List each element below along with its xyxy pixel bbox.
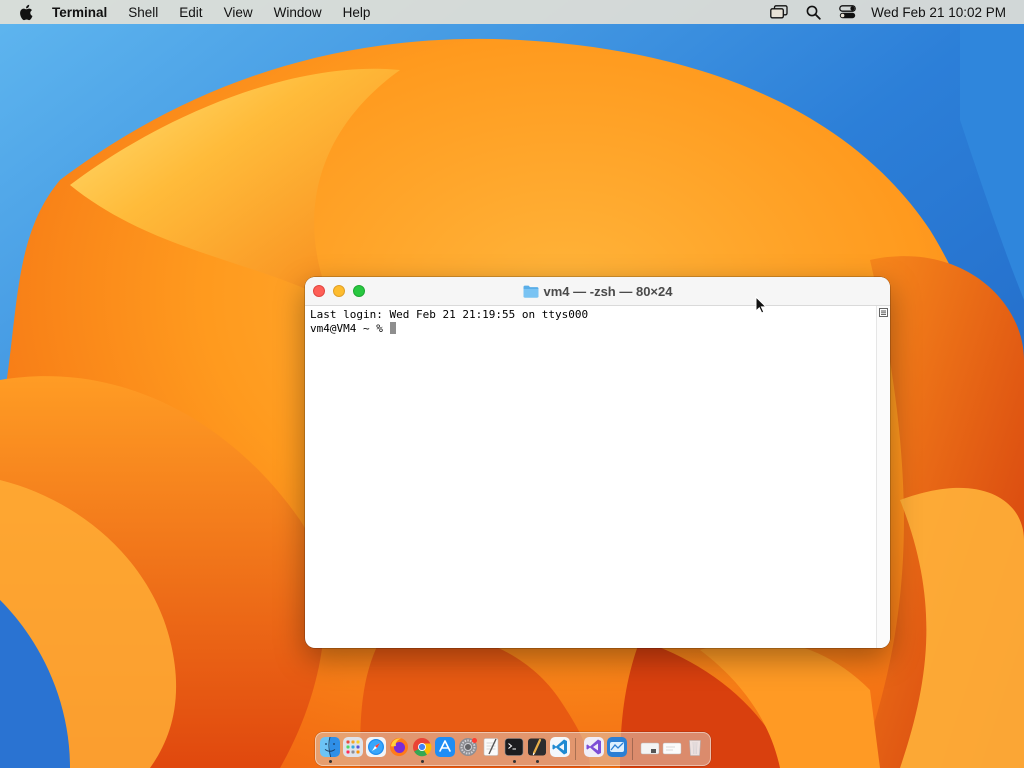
menu-edit[interactable]: Edit [179, 5, 202, 20]
firefox-icon[interactable] [389, 737, 409, 757]
trash-icon[interactable] [685, 737, 705, 757]
dock-separator [575, 738, 576, 760]
terminal-line-last-login: Last login: Wed Feb 21 21:19:55 on ttys0… [310, 308, 589, 321]
minimize-window-button[interactable] [333, 285, 345, 297]
safari-icon[interactable] [366, 737, 386, 757]
close-window-button[interactable] [313, 285, 325, 297]
menu-app-terminal[interactable]: Terminal [52, 5, 107, 20]
folder-icon [523, 285, 538, 298]
textedit-icon[interactable] [481, 737, 501, 757]
zoom-window-button[interactable] [353, 285, 365, 297]
terminal-line-prompt: vm4@VM4 ~ % [310, 322, 870, 336]
spotlight-search-icon[interactable] [803, 4, 823, 20]
finder-icon[interactable] [320, 737, 340, 757]
text-cursor [390, 322, 397, 334]
finder-running-indicator [328, 760, 332, 763]
window-title: vm4 — -zsh — 80×24 [543, 283, 673, 299]
control-center-icon[interactable] [837, 4, 857, 20]
script-editor-icon[interactable] [527, 737, 547, 757]
terminal-icon[interactable] [504, 737, 524, 757]
launchpad-icon[interactable] [343, 737, 363, 757]
terminal-window[interactable]: vm4 — -zsh — 80×24 Last login: Wed Feb 2… [305, 277, 890, 648]
dock [315, 732, 711, 766]
script-editor-running-indicator [535, 760, 539, 763]
menu-bar-clock[interactable]: Wed Feb 21 10:02 PM [871, 5, 1006, 20]
mouse-pointer-icon [755, 296, 767, 314]
terminal-prompt: vm4@VM4 ~ % [310, 322, 390, 335]
vscode-icon[interactable] [550, 737, 570, 757]
menu-bar: Terminal Shell Edit View Window Help Wed… [0, 0, 1024, 24]
chrome-running-indicator [420, 760, 424, 763]
chrome-icon[interactable] [412, 737, 432, 757]
system-settings-icon[interactable] [458, 737, 478, 757]
window-titlebar[interactable]: vm4 — -zsh — 80×24 [305, 277, 890, 306]
scroll-gutter[interactable] [876, 306, 890, 648]
menu-shell[interactable]: Shell [128, 5, 158, 20]
menu-view[interactable]: View [224, 5, 253, 20]
screen-mirroring-icon[interactable] [769, 4, 789, 20]
menu-window[interactable]: Window [274, 5, 322, 20]
apple-menu-icon[interactable] [18, 3, 34, 21]
terminal-running-indicator [512, 760, 516, 763]
downloads-icon[interactable] [640, 737, 660, 757]
documents-icon[interactable] [662, 737, 682, 757]
menu-help[interactable]: Help [343, 5, 371, 20]
app-store-icon[interactable] [435, 737, 455, 757]
utility-app-icon[interactable] [607, 737, 627, 757]
visual-studio-icon[interactable] [584, 737, 604, 757]
dock-separator [632, 738, 633, 760]
terminal-output[interactable]: Last login: Wed Feb 21 21:19:55 on ttys0… [305, 306, 875, 648]
marks-icon[interactable] [879, 308, 888, 317]
window-title-group: vm4 — -zsh — 80×24 [523, 283, 673, 299]
